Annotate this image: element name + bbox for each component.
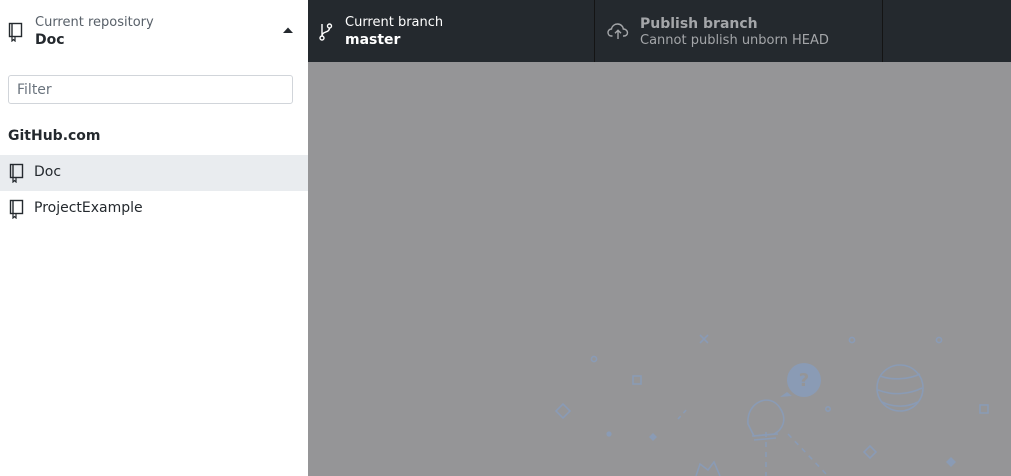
repo-icon xyxy=(9,199,24,219)
star-diamond-icon xyxy=(649,433,657,441)
publish-branch-label: Publish branch xyxy=(640,16,758,32)
star-diamond-icon xyxy=(862,444,878,460)
question-bubble-icon: ? xyxy=(780,363,821,397)
svg-text:?: ? xyxy=(799,370,809,391)
star-square-icon xyxy=(979,404,989,414)
space-illustration: ? xyxy=(554,334,989,476)
repo-icon xyxy=(9,163,24,183)
rocket-icon xyxy=(747,399,785,437)
repo-icon xyxy=(8,22,23,42)
repository-name: Doc xyxy=(34,164,62,180)
star-dot-icon xyxy=(606,431,612,437)
star-dot-icon xyxy=(824,405,831,412)
star-square-icon xyxy=(632,375,642,385)
toolbar-divider xyxy=(882,0,883,62)
repository-list-item-doc[interactable]: Doc xyxy=(0,155,308,191)
publish-branch-description: Cannot publish unborn HEAD xyxy=(640,33,829,48)
star-dot-icon xyxy=(935,336,943,344)
repository-selector-label: Current repository xyxy=(35,15,154,30)
repository-list-panel: Current repository Doc GitHub.com Doc Pr… xyxy=(0,0,308,476)
current-repository-selector[interactable]: Current repository Doc xyxy=(0,0,308,62)
planet-icon xyxy=(876,364,924,412)
git-branch-icon xyxy=(319,23,333,41)
star-diamond-icon xyxy=(946,457,956,467)
rocket-fin-icon xyxy=(695,460,721,476)
repository-name: ProjectExample xyxy=(34,200,143,216)
repository-list-item-projectexample[interactable]: ProjectExample xyxy=(0,191,308,227)
main-content-overlay: ? xyxy=(308,62,1011,476)
star-diamond-icon xyxy=(554,402,572,420)
star-dot-icon xyxy=(590,355,598,363)
repository-filter-input[interactable] xyxy=(8,75,293,104)
repository-selector-value: Doc xyxy=(35,32,65,48)
app-toolbar: Current branch master Publish branch Can… xyxy=(308,0,1011,62)
star-dot-icon xyxy=(848,336,856,344)
caret-up-icon xyxy=(283,27,293,33)
current-branch-value: master xyxy=(345,32,401,48)
repository-group-title: GitHub.com xyxy=(8,128,101,144)
sparkle-x-icon xyxy=(699,334,709,344)
current-branch-label: Current branch xyxy=(345,15,444,30)
cloud-upload-icon xyxy=(607,23,629,39)
current-branch-button[interactable]: Current branch master xyxy=(308,0,594,62)
publish-branch-button[interactable]: Publish branch Cannot publish unborn HEA… xyxy=(595,0,882,62)
